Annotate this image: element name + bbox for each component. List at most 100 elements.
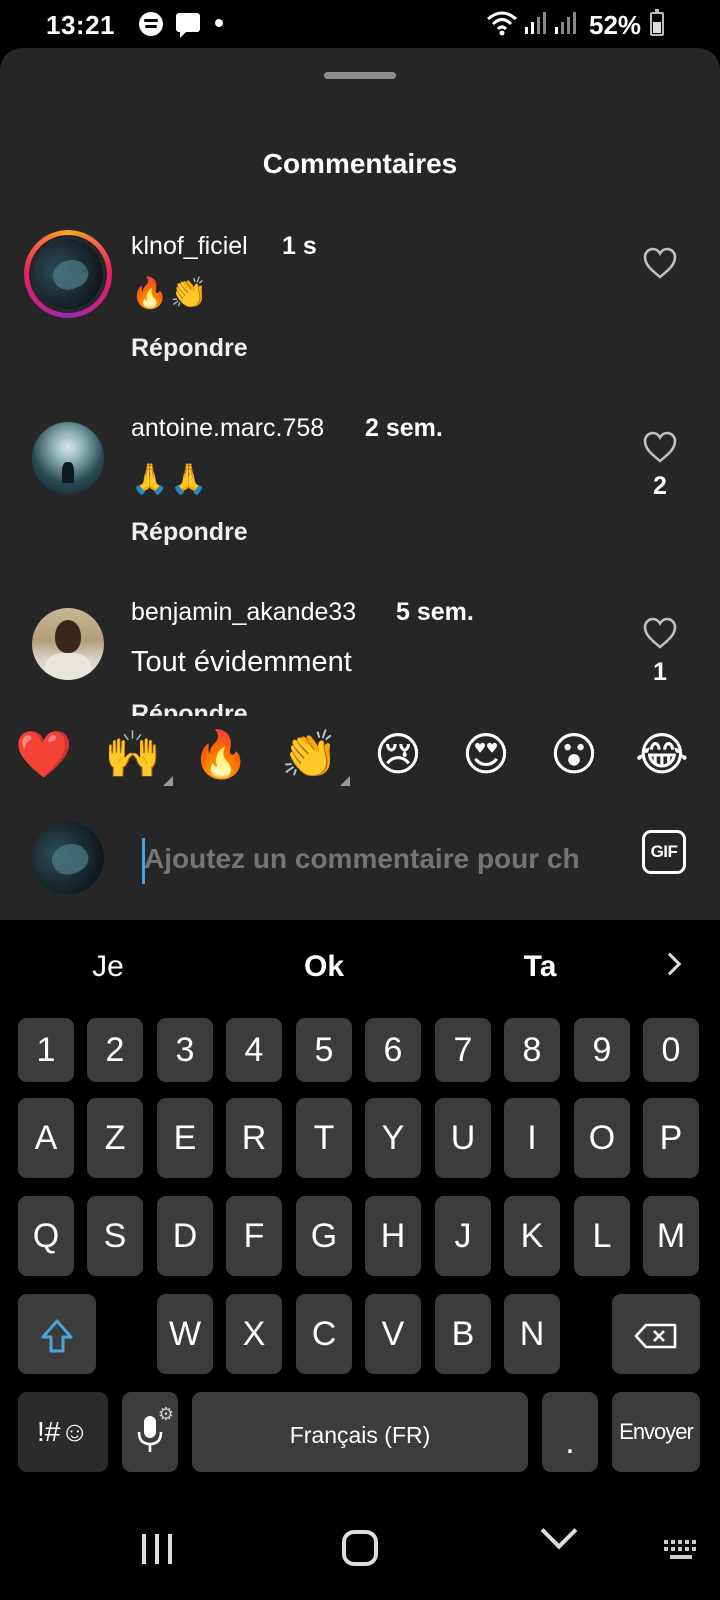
backspace-key[interactable] [612, 1294, 700, 1374]
key-z[interactable]: Z [87, 1098, 143, 1178]
recent-apps-button[interactable] [142, 1534, 174, 1564]
key-h[interactable]: H [365, 1196, 421, 1276]
key-o[interactable]: O [574, 1098, 630, 1178]
key-u[interactable]: U [435, 1098, 491, 1178]
emoji-reaction-bar: ❤️ 🙌 🔥 👏 😢 😍 😮 😂 [0, 716, 720, 796]
laughing-emoji-button[interactable]: 😂 [632, 724, 692, 784]
key-2[interactable]: 2 [87, 1018, 143, 1082]
surprised-emoji-button[interactable]: 😮 [544, 724, 604, 784]
comments-sheet: Commentaires klnof_ficiel 1 s 🔥👏 Répondr… [0, 48, 720, 920]
key-x[interactable]: X [226, 1294, 282, 1374]
key-t[interactable]: T [296, 1098, 352, 1178]
comment-text: Tout évidemment [131, 646, 352, 678]
clap-emoji-button[interactable]: 👏 [280, 724, 350, 786]
comment-text: 🙏🙏 [131, 462, 210, 497]
key-0[interactable]: 0 [643, 1018, 699, 1082]
key-p[interactable]: P [643, 1098, 699, 1178]
gif-button[interactable]: GIF [642, 830, 686, 874]
status-bar: 13:21 52% [0, 0, 720, 48]
avatar[interactable] [32, 608, 104, 680]
gear-icon: ⚙ [157, 1404, 174, 1424]
key-9[interactable]: 9 [574, 1018, 630, 1082]
comment-text: 🔥👏 [131, 276, 210, 311]
key-l[interactable]: L [574, 1196, 630, 1276]
key-8[interactable]: 8 [504, 1018, 560, 1082]
comment-item: antoine.marc.758 2 sem. 🙏🙏 Répondre 2 [0, 406, 720, 586]
crying-emoji-button[interactable]: 😢 [368, 724, 428, 784]
wifi-icon [487, 11, 517, 36]
reply-button[interactable]: Répondre [131, 700, 248, 716]
suggestion-item[interactable]: Ok [244, 950, 404, 984]
key-d[interactable]: D [157, 1196, 213, 1276]
key-7[interactable]: 7 [435, 1018, 491, 1082]
key-a[interactable]: A [18, 1098, 74, 1178]
key-s[interactable]: S [87, 1196, 143, 1276]
reply-button[interactable]: Répondre [131, 518, 248, 547]
backspace-icon [634, 1323, 677, 1349]
suggestion-item[interactable]: Je [28, 950, 188, 984]
key-w[interactable]: W [157, 1294, 213, 1374]
chevron-down-icon[interactable] [540, 1512, 578, 1550]
heart-icon[interactable] [642, 616, 678, 650]
suggestion-item[interactable]: Ta [460, 950, 620, 984]
key-1[interactable]: 1 [18, 1018, 74, 1082]
comment-username[interactable]: benjamin_akande33 [131, 598, 356, 627]
space-key-label: Français (FR) [289, 1422, 431, 1448]
key-y[interactable]: Y [365, 1098, 421, 1178]
battery-percentage: 52% [589, 10, 642, 40]
key-k[interactable]: K [504, 1196, 560, 1276]
key-c[interactable]: C [296, 1294, 352, 1374]
key-i[interactable]: I [504, 1098, 560, 1178]
key-f[interactable]: F [226, 1196, 282, 1276]
battery-icon [650, 9, 664, 36]
avatar[interactable] [32, 422, 104, 494]
key-n[interactable]: N [504, 1294, 560, 1374]
symbols-key[interactable]: !#☺ [18, 1392, 108, 1472]
status-time: 13:21 [46, 10, 115, 40]
comment-username[interactable]: klnof_ficiel [131, 232, 248, 261]
key-3[interactable]: 3 [157, 1018, 213, 1082]
period-key[interactable]: . [542, 1392, 598, 1472]
avatar[interactable] [24, 230, 112, 318]
key-4[interactable]: 4 [226, 1018, 282, 1082]
comments-list[interactable]: klnof_ficiel 1 s 🔥👏 Répondre antoine.mar… [0, 48, 720, 716]
message-icon [176, 13, 200, 38]
key-6[interactable]: 6 [365, 1018, 421, 1082]
key-e[interactable]: E [157, 1098, 213, 1178]
chevron-right-icon[interactable] [658, 952, 682, 976]
key-g[interactable]: G [296, 1196, 352, 1276]
key-b[interactable]: B [435, 1294, 491, 1374]
like-count: 2 [653, 472, 667, 500]
like-count: 1 [653, 658, 667, 686]
comment-item: benjamin_akande33 5 sem. Tout évidemment… [0, 592, 720, 716]
fire-emoji-button[interactable]: 🔥 [191, 724, 251, 784]
heart-icon[interactable] [642, 246, 678, 280]
voice-input-key[interactable]: ⚙ [122, 1392, 178, 1472]
key-v[interactable]: V [365, 1294, 421, 1374]
keyboard-icon[interactable] [664, 1540, 698, 1562]
comment-composer: GIF [0, 808, 720, 920]
reply-button[interactable]: Répondre [131, 334, 248, 363]
heart-icon[interactable] [642, 430, 678, 464]
space-key[interactable]: Français (FR) [192, 1392, 528, 1472]
key-m[interactable]: M [643, 1196, 699, 1276]
spotify-icon [139, 12, 163, 36]
comment-username[interactable]: antoine.marc.758 [131, 414, 324, 443]
heart-emoji-button[interactable]: ❤️ [14, 724, 74, 784]
shift-icon [41, 1319, 73, 1353]
home-button[interactable] [342, 1530, 378, 1566]
key-q[interactable]: Q [18, 1196, 74, 1276]
comment-time: 2 sem. [365, 414, 443, 442]
key-r[interactable]: R [226, 1098, 282, 1178]
signal-icon [525, 12, 546, 34]
key-j[interactable]: J [435, 1196, 491, 1276]
send-key[interactable]: Envoyer [612, 1392, 700, 1472]
raised-hands-emoji-button[interactable]: 🙌 [103, 724, 173, 786]
comment-item: klnof_ficiel 1 s 🔥👏 Répondre [0, 220, 720, 400]
signal-icon-2 [555, 12, 576, 34]
comment-input[interactable] [144, 834, 606, 884]
heart-eyes-emoji-button[interactable]: 😍 [456, 724, 516, 784]
shift-key[interactable] [18, 1294, 96, 1374]
navigation-bar [0, 1500, 720, 1600]
key-5[interactable]: 5 [296, 1018, 352, 1082]
